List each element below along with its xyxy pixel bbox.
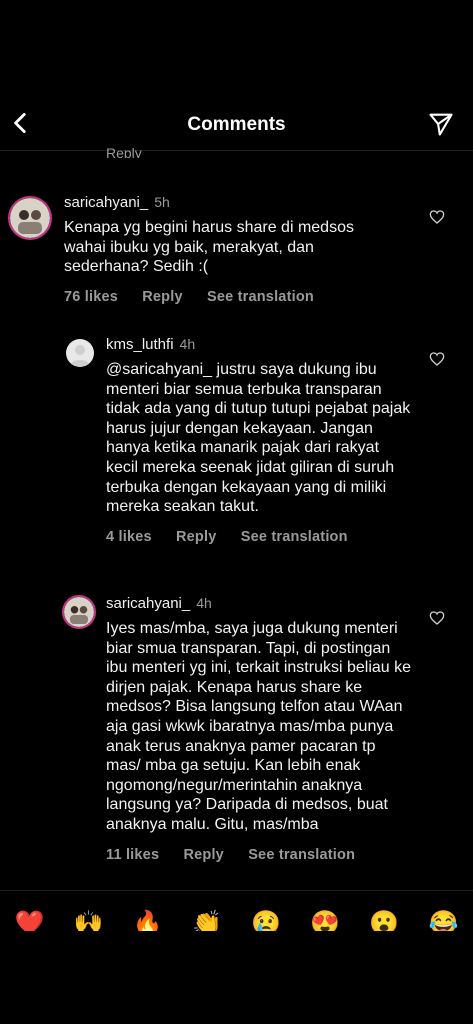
comments-header: Comments [0, 100, 473, 151]
send-icon[interactable] [427, 110, 455, 138]
username[interactable]: saricahyani_ [106, 595, 190, 612]
see-translation-button[interactable]: See translation [241, 529, 348, 545]
crying-emoji-button[interactable]: 😢 [251, 909, 281, 931]
heart-emoji-button[interactable]: ❤️ [15, 909, 45, 931]
avatar-photo-icon [10, 198, 50, 238]
comment-text: Iyes mas/mba, saya juga dukung menteri b… [106, 620, 412, 833]
likes-count[interactable]: 76 likes [64, 289, 118, 305]
comment-actions: 4 likes Reply See translation [106, 529, 426, 545]
comment-header: saricahyani_ 5h [64, 194, 394, 212]
see-translation-button[interactable]: See translation [207, 289, 314, 305]
emoji-reaction-bar: ❤️ 🙌 🔥 👏 😢 😍 😮 😂 [0, 905, 473, 935]
likes-count[interactable]: 11 likes [106, 847, 159, 863]
reply-button[interactable]: Reply [176, 529, 217, 545]
raised-hands-emoji-button[interactable]: 🙌 [74, 909, 104, 931]
page-title: Comments [187, 114, 286, 135]
heart-like-icon[interactable] [429, 351, 445, 367]
likes-count[interactable]: 4 likes [106, 529, 152, 545]
avatar[interactable] [62, 595, 96, 629]
username[interactable]: kms_luthfi [106, 336, 174, 353]
timestamp: 5h [154, 194, 170, 210]
avatar-photo-icon [64, 597, 94, 627]
see-translation-button[interactable]: See translation [248, 847, 355, 863]
heart-like-icon[interactable] [429, 610, 445, 626]
laughing-emoji-button[interactable]: 😂 [428, 909, 458, 931]
comment-header: kms_luthfi 4h [106, 336, 426, 354]
default-profile-icon [70, 345, 90, 366]
comment-actions: 11 likes Reply See translation [106, 847, 426, 863]
heart-like-icon[interactable] [429, 209, 445, 225]
fire-emoji-button[interactable]: 🔥 [133, 909, 163, 931]
timestamp: 4h [179, 336, 196, 352]
heart-eyes-emoji-button[interactable]: 😍 [310, 909, 340, 931]
clapping-emoji-button[interactable]: 👏 [192, 909, 222, 931]
cut-off-reply-link[interactable]: Reply [106, 142, 142, 158]
reply-button[interactable]: Reply [183, 847, 224, 863]
surprised-emoji-button[interactable]: 😮 [369, 909, 399, 931]
timestamp: 4h [196, 595, 212, 611]
comment-header: saricahyani_ 4h [106, 595, 426, 613]
comment-text: @saricahyani_ justru saya dukung ibu men… [106, 361, 411, 516]
avatar-default[interactable] [66, 339, 94, 367]
divider [0, 890, 473, 891]
username[interactable]: saricahyani_ [64, 194, 148, 211]
comment-actions: 76 likes Reply See translation [64, 289, 394, 305]
comment-text: Kenapa yg begini harus share di medsos w… [64, 219, 354, 276]
avatar[interactable] [8, 196, 52, 240]
reply-button[interactable]: Reply [142, 289, 183, 305]
